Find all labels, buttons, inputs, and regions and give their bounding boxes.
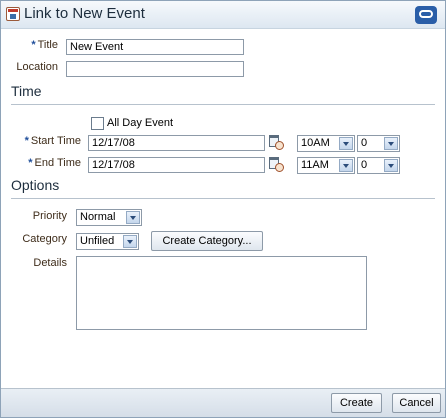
details-textarea[interactable] xyxy=(76,256,367,330)
cancel-button[interactable]: Cancel xyxy=(392,393,441,413)
location-input[interactable] xyxy=(66,61,244,77)
chevron-down-icon xyxy=(126,211,140,224)
chevron-down-icon xyxy=(339,159,353,172)
options-section-title: Options xyxy=(11,177,60,193)
create-button[interactable]: Create xyxy=(331,393,382,413)
dialog-footer: Create Cancel xyxy=(1,388,445,417)
location-label: Location xyxy=(16,61,58,73)
end-minute-select[interactable]: 0 xyxy=(357,157,400,174)
details-label: Details xyxy=(33,257,67,269)
priority-label: Priority xyxy=(32,210,67,222)
dialog-title-bar: Link to New Event xyxy=(1,1,445,29)
calendar-event-icon xyxy=(6,7,20,21)
options-divider xyxy=(11,198,435,199)
chevron-down-icon xyxy=(123,235,137,248)
end-time-label: * End Time xyxy=(28,157,81,169)
end-hour-select[interactable]: 11AM xyxy=(297,157,355,174)
end-date-input[interactable]: 12/17/08 xyxy=(88,157,265,173)
start-minute-select[interactable]: 0 xyxy=(357,135,400,152)
dialog-title: Link to New Event xyxy=(24,5,145,22)
start-date-picker-icon[interactable] xyxy=(269,135,285,151)
start-time-label: * Start Time xyxy=(24,135,81,147)
category-select[interactable]: Unfiled xyxy=(76,233,139,250)
create-category-button[interactable]: Create Category... xyxy=(151,231,263,251)
time-divider xyxy=(11,104,435,105)
chevron-down-icon xyxy=(384,159,398,172)
category-label: Category xyxy=(22,233,67,245)
chevron-down-icon xyxy=(339,137,353,150)
all-day-event-label: All Day Event xyxy=(107,117,174,129)
chevron-down-icon xyxy=(384,137,398,150)
start-date-input[interactable]: 12/17/08 xyxy=(88,135,265,151)
link-to-new-event-dialog: Link to New Event * Title New Event Locat… xyxy=(0,0,446,418)
all-day-event-checkbox[interactable] xyxy=(91,117,104,130)
priority-select[interactable]: Normal xyxy=(76,209,142,226)
end-date-picker-icon[interactable] xyxy=(269,157,285,173)
start-hour-select[interactable]: 10AM xyxy=(297,135,355,152)
oracle-logo-icon xyxy=(415,6,437,24)
title-input[interactable]: New Event xyxy=(66,39,244,55)
time-section-title: Time xyxy=(11,83,42,99)
title-label: * Title xyxy=(31,39,58,51)
